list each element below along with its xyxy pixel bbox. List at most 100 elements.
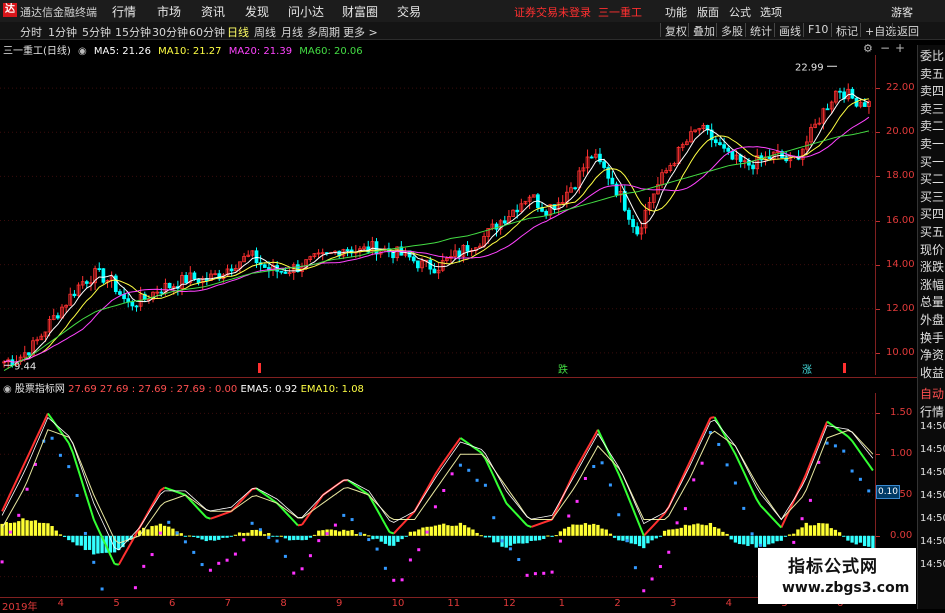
price-y-tick-mark bbox=[876, 264, 880, 266]
statistics-button[interactable]: 统计 bbox=[745, 23, 772, 38]
side-item-3[interactable]: 卖三 bbox=[920, 100, 944, 117]
side-item-9[interactable]: 买四 bbox=[920, 205, 944, 222]
menu-wealth-circle[interactable]: 财富圈 bbox=[342, 3, 378, 20]
add-watchlist-button[interactable]: +自选 bbox=[860, 23, 896, 38]
indicator-histogram-bar bbox=[604, 529, 608, 536]
mark-button[interactable]: 标记 bbox=[831, 23, 858, 38]
menu-assistant[interactable]: 问小达 bbox=[288, 3, 324, 20]
candle-body bbox=[635, 226, 640, 235]
back-button[interactable]: 返回 bbox=[892, 23, 919, 38]
side-item-5[interactable]: 卖一 bbox=[920, 135, 944, 152]
drawing-button[interactable]: 画线 bbox=[774, 23, 801, 38]
menu-quotes[interactable]: 行情 bbox=[112, 3, 136, 20]
side-item-11[interactable]: 现价 bbox=[920, 241, 944, 258]
indicator-histogram-bar bbox=[746, 535, 750, 546]
price-chart[interactable]: 22.99 9.44 跌 涨 bbox=[0, 55, 875, 375]
indicator-histogram-bar bbox=[696, 523, 700, 536]
side-item-18[interactable]: 收益 bbox=[920, 364, 944, 381]
indicator-histogram-bar bbox=[850, 535, 854, 543]
period-monthly[interactable]: 月线 bbox=[281, 24, 303, 40]
candle-body bbox=[134, 305, 139, 308]
side-item-17[interactable]: 净资 bbox=[920, 346, 944, 363]
menu-discover[interactable]: 发现 bbox=[245, 3, 269, 20]
menu-market[interactable]: 市场 bbox=[157, 3, 181, 20]
settings-icon[interactable]: ⚙ bbox=[863, 42, 873, 55]
indicator-histogram-bar bbox=[279, 535, 283, 537]
side-item-10[interactable]: 买五 bbox=[920, 223, 944, 240]
indicator-dot bbox=[300, 567, 304, 571]
indicator-histogram-bar bbox=[208, 535, 213, 541]
menu-formula[interactable]: 公式 bbox=[729, 4, 751, 20]
indicator-histogram-bar bbox=[783, 535, 788, 537]
period-more[interactable]: 更多 > bbox=[343, 24, 378, 40]
plus-icon[interactable]: + bbox=[895, 41, 905, 55]
side-item-15[interactable]: 外盘 bbox=[920, 311, 944, 328]
f10-button[interactable]: F10 bbox=[803, 23, 828, 37]
menu-trade[interactable]: 交易 bbox=[397, 3, 421, 20]
login-status[interactable]: 证券交易未登录 三一重工 bbox=[514, 4, 642, 20]
indicator-histogram-bar bbox=[83, 535, 88, 551]
indicator-histogram-bar bbox=[192, 535, 196, 538]
indicator-dot bbox=[375, 547, 379, 551]
indicator-chart[interactable] bbox=[0, 393, 875, 597]
side-item-1[interactable]: 卖五 bbox=[920, 65, 944, 82]
candle-body bbox=[465, 245, 470, 252]
adjust-button[interactable]: 复权 bbox=[660, 23, 687, 38]
guest-user[interactable]: 游客 bbox=[891, 4, 913, 20]
candle-body bbox=[627, 209, 631, 220]
period-multi[interactable]: 多周期 bbox=[307, 24, 340, 40]
x-tick-label: 2 bbox=[614, 598, 621, 609]
indicator-histogram-bar bbox=[96, 535, 100, 554]
indicator-histogram-bar bbox=[833, 529, 838, 536]
period-weekly[interactable]: 周线 bbox=[254, 24, 276, 40]
indicator-dot bbox=[442, 488, 446, 492]
indicator-histogram-bar bbox=[375, 535, 379, 539]
side-item-14[interactable]: 总量 bbox=[920, 293, 944, 310]
menu-layout[interactable]: 版面 bbox=[697, 4, 719, 20]
side-item-quote[interactable]: 行情 bbox=[920, 403, 944, 420]
period-60min[interactable]: 60分钟 bbox=[189, 24, 225, 40]
period-daily[interactable]: 日线 bbox=[227, 24, 249, 40]
indicator-histogram-bar bbox=[742, 535, 746, 545]
candle-body bbox=[502, 220, 507, 224]
side-item-7[interactable]: 买二 bbox=[920, 170, 944, 187]
side-item-6[interactable]: 买一 bbox=[920, 153, 944, 170]
indicator-dot bbox=[208, 568, 212, 572]
side-item-16[interactable]: 换手 bbox=[920, 329, 944, 346]
minus-icon[interactable]: − bbox=[880, 41, 890, 55]
side-item-13[interactable]: 涨幅 bbox=[920, 276, 944, 293]
menu-news[interactable]: 资讯 bbox=[201, 3, 225, 20]
candle-body bbox=[159, 291, 164, 294]
side-item-12[interactable]: 涨跌 bbox=[920, 258, 944, 275]
indicator-dot bbox=[650, 577, 654, 581]
period-5min[interactable]: 5分钟 bbox=[82, 24, 111, 40]
candle-body bbox=[602, 161, 606, 168]
indicator-dot bbox=[617, 513, 621, 517]
side-item-4[interactable]: 卖二 bbox=[920, 117, 944, 134]
overlay-button[interactable]: 叠加 bbox=[688, 23, 715, 38]
app-title: 通达信金融终端 bbox=[20, 6, 97, 19]
indicator-dot bbox=[742, 506, 746, 510]
indicator-dot bbox=[450, 472, 454, 476]
indicator-histogram-bar bbox=[308, 535, 313, 538]
side-item-2[interactable]: 卖四 bbox=[920, 82, 944, 99]
candle-body bbox=[722, 144, 726, 149]
period-tick[interactable]: 分时 bbox=[20, 24, 42, 40]
menu-options[interactable]: 选项 bbox=[760, 4, 782, 20]
candle-body bbox=[862, 102, 867, 107]
period-15min[interactable]: 15分钟 bbox=[115, 24, 151, 40]
indicator-dot bbox=[842, 449, 846, 453]
side-item-8[interactable]: 买三 bbox=[920, 188, 944, 205]
period-1min[interactable]: 1分钟 bbox=[48, 24, 77, 40]
indicator-dot bbox=[183, 540, 187, 544]
side-item-0[interactable]: 委比 bbox=[920, 47, 944, 64]
period-30min[interactable]: 30分钟 bbox=[152, 24, 188, 40]
candle-body bbox=[494, 223, 499, 230]
side-item-auto[interactable]: 自动 bbox=[920, 385, 944, 402]
indicator-histogram-bar bbox=[471, 529, 475, 536]
menu-function[interactable]: 功能 bbox=[665, 4, 687, 20]
indicator-histogram-bar bbox=[571, 524, 575, 536]
price-y-axis: 22.00 20.00 18.00 16.00 14.00 12.00 10.00 bbox=[875, 55, 918, 375]
x-tick-label: 9 bbox=[336, 598, 343, 609]
multi-stock-button[interactable]: 多股 bbox=[716, 23, 743, 38]
